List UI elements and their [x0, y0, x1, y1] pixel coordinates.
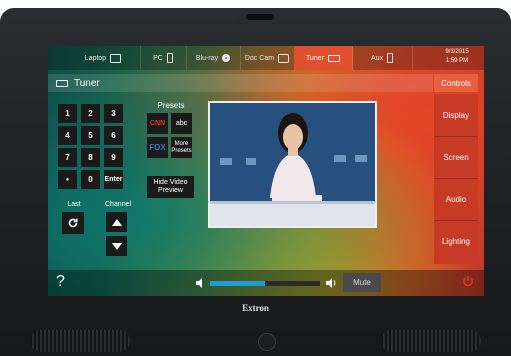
page-title-bar: Tuner: [48, 74, 433, 92]
refresh-icon: [68, 218, 78, 228]
speaker-grille-left: [30, 330, 130, 352]
clock-time: 1:59 PM: [445, 58, 469, 64]
sensor-dot: [278, 16, 281, 19]
controls-label: Controls: [441, 78, 471, 88]
doc-cam-icon: [278, 53, 290, 63]
volume-down-icon[interactable]: [196, 278, 206, 288]
source-label: Tuner: [305, 54, 325, 62]
camera-bar: [246, 14, 274, 20]
source-laptop-button[interactable]: Laptop: [66, 46, 141, 70]
key-9[interactable]: 9: [104, 148, 123, 167]
channel-label: Channel: [104, 201, 132, 208]
preset-fox-button[interactable]: FOX: [147, 137, 168, 158]
key-2[interactable]: 2: [81, 104, 100, 123]
nav-display-button[interactable]: Display: [434, 94, 478, 137]
last-channel-button[interactable]: [62, 212, 84, 234]
channel-up-button[interactable]: [106, 212, 127, 232]
nav-label: Screen: [443, 152, 469, 162]
source-label: PC: [153, 54, 163, 62]
source-tuner-button[interactable]: Tuner: [294, 46, 353, 70]
source-label: Aux: [370, 54, 384, 62]
source-pc-button[interactable]: PC: [140, 46, 187, 70]
last-label: Last: [67, 201, 81, 208]
source-bluray-button[interactable]: Blu-ray: [186, 46, 241, 70]
source-label: Doc Cam: [244, 54, 275, 62]
volume-up-icon[interactable]: [326, 278, 338, 288]
more-presets-button[interactable]: More Presets: [171, 137, 192, 158]
key-enter[interactable]: Enter: [104, 170, 123, 189]
chevron-up-icon: [111, 218, 122, 226]
source-aux-button[interactable]: Aux: [352, 46, 413, 70]
preset-cnn-button[interactable]: CNN: [147, 113, 168, 134]
laptop-icon: [110, 53, 122, 63]
chevron-down-icon: [111, 242, 122, 250]
speaker-grille-right: [381, 330, 481, 352]
volume-slider[interactable]: [210, 281, 320, 286]
nav-label: Lighting: [441, 236, 471, 246]
page-title: Tuner: [74, 77, 100, 89]
key-0[interactable]: 0: [81, 170, 100, 189]
controls-tab[interactable]: Controls: [434, 74, 478, 92]
source-bar: Laptop PC Blu-ray Doc Cam Tuner Aux 9/3/…: [48, 46, 484, 70]
bottom-bar: ? Mute: [48, 270, 484, 296]
key-4[interactable]: 4: [58, 126, 77, 145]
source-label: Blu-ray: [195, 54, 219, 62]
mute-button[interactable]: Mute: [343, 273, 381, 292]
key-5[interactable]: 5: [81, 126, 100, 145]
mute-label: Mute: [353, 278, 371, 287]
nav-label: Audio: [445, 194, 467, 204]
preset-abc-button[interactable]: abc: [171, 113, 192, 134]
nav-screen-button[interactable]: Screen: [434, 136, 478, 179]
hide-video-preview-button[interactable]: Hide Video Preview: [147, 176, 194, 198]
source-doccam-button[interactable]: Doc Cam: [240, 46, 295, 70]
help-button[interactable]: ?: [56, 273, 65, 291]
source-label: Laptop: [84, 54, 107, 62]
key-1[interactable]: 1: [58, 104, 77, 123]
touch-screen: Laptop PC Blu-ray Doc Cam Tuner Aux 9/3/…: [48, 46, 484, 296]
disc-icon: [222, 54, 231, 62]
side-nav: Display Screen Audio Lighting: [434, 94, 478, 264]
pc-icon: [166, 53, 173, 63]
video-preview: [208, 101, 377, 228]
brand-logo: Extron: [242, 303, 269, 313]
nav-label: Display: [442, 110, 470, 120]
key-3[interactable]: 3: [104, 104, 123, 123]
volume-fill: [210, 281, 265, 286]
nav-audio-button[interactable]: Audio: [434, 178, 478, 221]
key-6[interactable]: 6: [104, 126, 123, 145]
key-dot[interactable]: •: [58, 170, 77, 189]
news-anchor-image: [210, 103, 375, 226]
key-8[interactable]: 8: [81, 148, 100, 167]
aux-icon: [387, 53, 394, 63]
key-7[interactable]: 7: [58, 148, 77, 167]
tuner-icon: [56, 79, 68, 87]
home-button[interactable]: [258, 333, 276, 351]
clock: 9/3/2015 1:59 PM: [436, 48, 478, 66]
channel-down-button[interactable]: [106, 236, 127, 256]
presets-label: Presets: [157, 101, 185, 110]
power-icon[interactable]: [462, 275, 474, 287]
clock-date: 9/3/2015: [445, 49, 469, 55]
sensor-dot: [232, 16, 235, 19]
tuner-icon: [328, 54, 341, 62]
nav-lighting-button[interactable]: Lighting: [434, 220, 478, 262]
